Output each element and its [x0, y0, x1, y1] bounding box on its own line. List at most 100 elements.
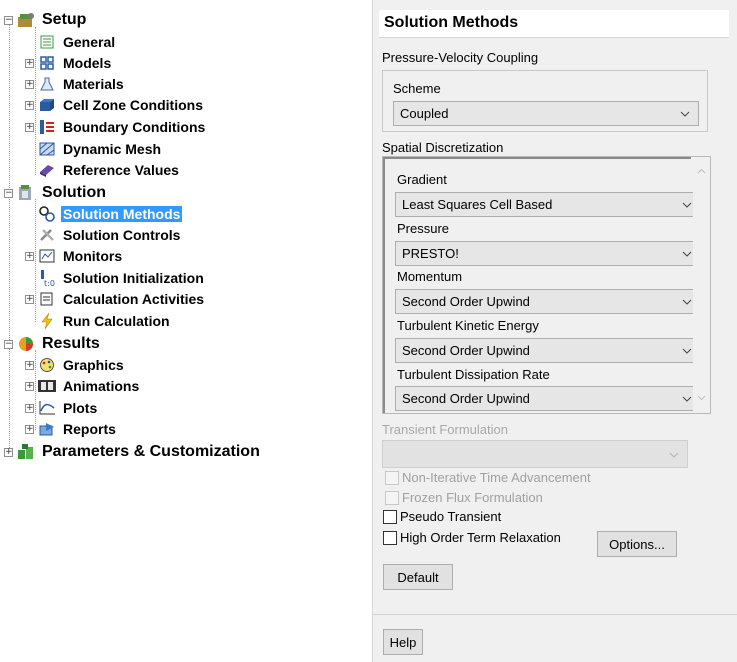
- tree-item-parameters-customization[interactable]: + Parameters & Customization: [4, 442, 262, 462]
- tree-label: Solution Methods: [61, 206, 183, 222]
- setup-icon: [16, 11, 36, 29]
- tdr-value: Second Order Upwind: [402, 391, 530, 406]
- collapse-icon[interactable]: −: [4, 15, 13, 25]
- tree-label: Parameters & Customization: [42, 443, 260, 460]
- spatial-discretization-group: Gradient Least Squares Cell Based Pressu…: [382, 156, 711, 414]
- tree-item-reports[interactable]: + Reports: [25, 419, 118, 439]
- chevron-down-icon: [682, 251, 692, 257]
- tree-label: Reports: [63, 421, 116, 437]
- collapse-icon[interactable]: −: [4, 339, 13, 349]
- expand-icon[interactable]: +: [25, 251, 34, 261]
- momentum-value: Second Order Upwind: [402, 294, 530, 309]
- tree-item-calculation-activities[interactable]: + Calculation Activities: [25, 289, 206, 309]
- panel-title: Solution Methods: [379, 10, 729, 38]
- expand-icon[interactable]: +: [25, 403, 34, 413]
- scheme-select[interactable]: Coupled: [393, 101, 699, 126]
- scheme-value: Coupled: [400, 106, 449, 121]
- initialization-icon: t:0: [37, 269, 57, 287]
- non-iterative-checkbox[interactable]: Non-Iterative Time Advancement: [385, 470, 591, 485]
- pseudo-transient-checkbox[interactable]: Pseudo Transient: [383, 509, 501, 524]
- scheme-label: Scheme: [393, 81, 441, 96]
- spatial-scrollbar[interactable]: [693, 157, 710, 413]
- tree-item-models[interactable]: + Models: [25, 53, 113, 73]
- tree-label: Materials: [63, 76, 124, 92]
- parameters-icon: [16, 443, 36, 461]
- high-order-term-relaxation-checkbox[interactable]: High Order Term Relaxation: [383, 530, 561, 545]
- tree-item-materials[interactable]: + Materials: [25, 74, 126, 94]
- general-icon: [37, 33, 57, 51]
- expand-icon[interactable]: +: [25, 360, 34, 370]
- chevron-down-icon: [682, 202, 692, 208]
- options-button[interactable]: Options...: [597, 531, 677, 557]
- tree-item-results[interactable]: − Results: [4, 334, 102, 354]
- tree-item-solution-initialization[interactable]: t:0 Solution Initialization: [25, 268, 206, 288]
- tree-item-plots[interactable]: + Plots: [25, 398, 99, 418]
- tree-label: Monitors: [63, 248, 123, 264]
- chevron-down-icon: [682, 299, 692, 305]
- default-button[interactable]: Default: [383, 564, 453, 590]
- tree-item-run-calculation[interactable]: Run Calculation: [25, 311, 172, 331]
- checkbox-box[interactable]: [383, 530, 397, 545]
- spatial-discretization-group-label: Spatial Discretization: [382, 140, 504, 155]
- tree-label: Solution Initialization: [63, 270, 204, 286]
- tree-item-reference-values[interactable]: Reference Values: [25, 160, 181, 180]
- collapse-icon[interactable]: −: [4, 188, 13, 198]
- expand-icon[interactable]: +: [25, 58, 34, 68]
- checkbox-box[interactable]: [385, 470, 399, 485]
- gradient-label: Gradient: [397, 172, 447, 187]
- tree-item-solution-methods[interactable]: Solution Methods: [25, 204, 183, 224]
- tree-item-solution[interactable]: − Solution: [4, 183, 108, 203]
- expand-icon[interactable]: +: [25, 381, 34, 391]
- tree-item-graphics[interactable]: + Graphics: [25, 355, 126, 375]
- tree-item-general[interactable]: General: [25, 32, 117, 52]
- checkbox-label: High Order Term Relaxation: [400, 530, 561, 545]
- tree-label: Calculation Activities: [63, 291, 205, 307]
- tke-label: Turbulent Kinetic Energy: [397, 318, 539, 333]
- results-icon: [16, 335, 36, 353]
- tree-item-solution-controls[interactable]: Solution Controls: [25, 225, 182, 245]
- pv-coupling-group-label: Pressure-Velocity Coupling: [382, 50, 539, 65]
- tree-item-dynamic-mesh[interactable]: Dynamic Mesh: [25, 139, 163, 159]
- calculation-activities-icon: [37, 290, 57, 308]
- expand-icon[interactable]: +: [25, 294, 34, 304]
- expand-icon[interactable]: +: [25, 122, 34, 132]
- tdr-select[interactable]: Second Order Upwind: [395, 386, 701, 411]
- tke-select[interactable]: Second Order Upwind: [395, 338, 701, 363]
- solution-controls-icon: [37, 226, 57, 244]
- dynamic-mesh-icon: [37, 140, 57, 158]
- models-icon: [37, 54, 57, 72]
- checkbox-label: Non-Iterative Time Advancement: [402, 470, 591, 485]
- momentum-select[interactable]: Second Order Upwind: [395, 289, 701, 314]
- tree-label: Animations: [63, 378, 140, 394]
- tree-label: Graphics: [63, 357, 124, 373]
- monitors-icon: [37, 247, 57, 265]
- transient-formulation-select[interactable]: [382, 440, 688, 468]
- tree-item-monitors[interactable]: + Monitors: [25, 246, 124, 266]
- gradient-select[interactable]: Least Squares Cell Based: [395, 192, 701, 217]
- pressure-select[interactable]: PRESTO!: [395, 241, 701, 266]
- checkbox-box[interactable]: [385, 490, 399, 505]
- svg-text:t:0: t:0: [44, 279, 55, 287]
- boundary-icon: [37, 118, 57, 136]
- scroll-down-icon[interactable]: [697, 393, 706, 402]
- pv-coupling-group: Scheme Coupled: [382, 70, 708, 132]
- chevron-down-icon: [669, 452, 679, 458]
- tree-label: Cell Zone Conditions: [63, 97, 203, 113]
- tree-item-setup[interactable]: − Setup: [4, 10, 88, 30]
- expand-icon[interactable]: +: [4, 447, 13, 457]
- scroll-up-icon[interactable]: [697, 167, 706, 176]
- expand-icon[interactable]: +: [25, 100, 34, 110]
- checkbox-box[interactable]: [383, 509, 397, 524]
- tree-label: Solution: [42, 184, 106, 201]
- tree-item-cell-zone-conditions[interactable]: + Cell Zone Conditions: [25, 95, 205, 115]
- chevron-down-icon: [680, 111, 690, 117]
- expand-icon[interactable]: +: [25, 79, 34, 89]
- animations-icon: [37, 377, 57, 395]
- tree-item-boundary-conditions[interactable]: + Boundary Conditions: [25, 117, 207, 137]
- tree-item-animations[interactable]: + Animations: [25, 376, 141, 396]
- expand-icon[interactable]: +: [25, 424, 34, 434]
- help-button[interactable]: Help: [383, 629, 423, 655]
- frozen-flux-checkbox[interactable]: Frozen Flux Formulation: [385, 490, 543, 505]
- solution-methods-icon: [37, 205, 57, 223]
- tree-label: Reference Values: [63, 162, 179, 178]
